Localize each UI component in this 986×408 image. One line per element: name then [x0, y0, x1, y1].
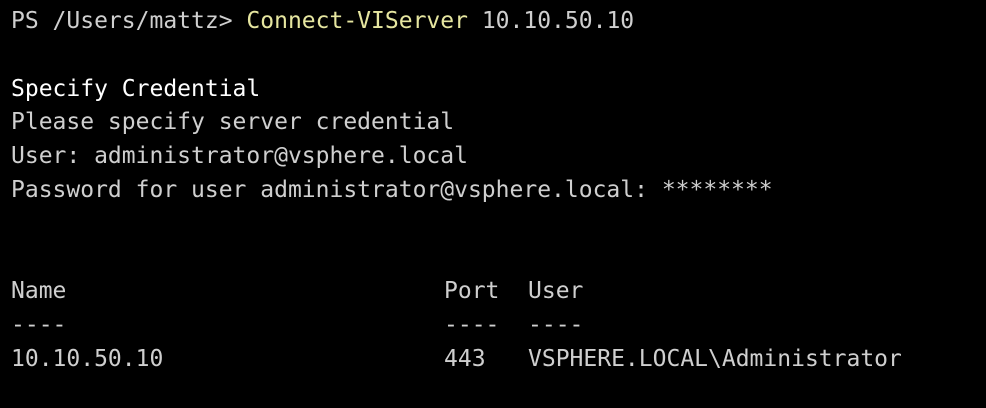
credential-message: Please specify server credential [11, 109, 455, 136]
cell-port: 443 [444, 345, 486, 372]
user-line: User: administrator@vsphere.local [11, 143, 468, 170]
terminal-window[interactable]: PS /Users/mattz> Connect-VIServer 10.10.… [0, 0, 986, 408]
credential-heading: Specify Credential [11, 75, 261, 102]
password-line: Password for user administrator@vsphere.… [11, 176, 773, 203]
cell-user: VSPHERE.LOCAL\Administrator [528, 345, 902, 372]
separator-name: ---- [11, 312, 67, 339]
command-argument: 10.10.50.10 [467, 8, 635, 34]
separator-user: ---- [528, 312, 584, 339]
header-name: Name [11, 278, 67, 305]
shell-prompt: PS /Users/mattz> [11, 8, 247, 34]
table-header-row: Name Port User [11, 275, 986, 309]
table-separator-row: ---- ---- ---- [11, 309, 986, 343]
header-user: User [528, 278, 584, 305]
table-row: 10.10.50.10 443 VSPHERE.LOCAL\Administra… [11, 343, 986, 377]
separator-port: ---- [444, 312, 500, 339]
header-port: Port [444, 278, 500, 305]
command-name: Connect-VIServer [246, 8, 468, 34]
command-line: PS /Users/mattz> Connect-VIServer 10.10.… [11, 5, 986, 39]
cell-name: 10.10.50.10 [11, 345, 164, 372]
